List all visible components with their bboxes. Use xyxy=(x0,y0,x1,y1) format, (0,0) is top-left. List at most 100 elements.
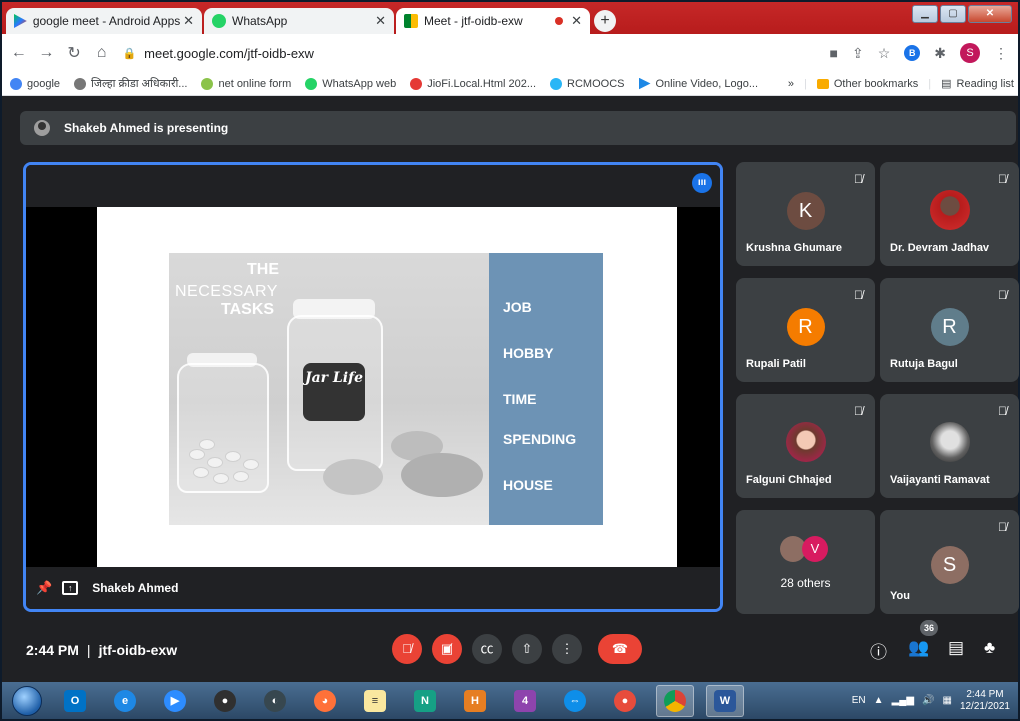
participant-tile[interactable]: 🎙̸ Vaijayanti Ramavat xyxy=(880,394,1019,498)
reading-list-icon: ▤ xyxy=(941,78,952,90)
minimize-button[interactable]: ▁ xyxy=(912,5,938,23)
participant-photo xyxy=(929,422,970,462)
network-icon[interactable]: ▦ xyxy=(942,695,951,706)
close-window-button[interactable]: ✕ xyxy=(968,5,1012,23)
more-bookmarks-button[interactable]: » xyxy=(788,78,794,90)
forward-icon[interactable]: → xyxy=(36,44,58,62)
extensions-puzzle-icon[interactable]: ✱ xyxy=(934,45,946,62)
whatsapp-icon xyxy=(305,77,318,90)
chat-icon[interactable]: ▤ xyxy=(948,638,964,658)
bookmark-google[interactable]: google xyxy=(10,77,60,90)
pebble xyxy=(225,451,241,462)
volume-icon[interactable]: 🔊 xyxy=(922,695,934,706)
bookmark-whatsapp-web[interactable]: WhatsApp web xyxy=(305,77,396,90)
taskbar-obs[interactable]: ● xyxy=(206,685,244,717)
taskbar-clock[interactable]: 2:44 PM 12/21/2021 xyxy=(960,689,1010,713)
pebble xyxy=(199,439,215,450)
participant-avatar: R xyxy=(786,308,825,346)
meeting-details-icon[interactable]: ⓘ xyxy=(870,638,887,663)
mic-toggle-button[interactable]: 🎙̸ xyxy=(392,634,422,664)
app-n-icon: N xyxy=(414,689,436,712)
participant-name: Rupali Patil xyxy=(746,358,806,370)
taskbar-app-n[interactable]: N xyxy=(406,685,444,717)
language-indicator[interactable]: EN xyxy=(852,695,866,706)
new-tab-button[interactable]: + xyxy=(594,10,616,32)
tab-title: Meet - jtf-oidb-exw xyxy=(424,14,523,28)
tab-play-store[interactable]: google meet - Android Apps on ✕ xyxy=(6,8,202,34)
taskbar-app[interactable]: ◐ xyxy=(256,685,294,717)
share-icon[interactable]: ⇪ xyxy=(852,45,864,62)
participant-tile[interactable]: 🎙̸ R Rutuja Bagul xyxy=(880,278,1019,382)
speaking-indicator-icon: ııı xyxy=(692,173,712,193)
taskbar-outlook[interactable]: O xyxy=(56,685,94,717)
taskbar-app-h[interactable]: H xyxy=(456,685,494,717)
close-tab-icon[interactable]: ✕ xyxy=(183,13,194,29)
taskbar-maps[interactable]: ● xyxy=(606,685,644,717)
activities-icon[interactable]: ♣ xyxy=(984,638,995,658)
notepad-icon: ≡ xyxy=(364,689,386,712)
show-hidden-icons-icon[interactable]: ▲ xyxy=(874,695,884,706)
maximize-button[interactable]: ▢ xyxy=(940,5,966,23)
participant-tile[interactable]: 🎙̸ K Krushna Ghumare xyxy=(736,162,875,266)
camera-toggle-button[interactable]: ▣̸ xyxy=(432,634,462,664)
taskbar-zoom[interactable]: ▶ xyxy=(156,685,194,717)
signal-icon[interactable]: ▂▄▆ xyxy=(892,695,914,706)
bookmark-sports-officer[interactable]: जिल्हा क्रीडा अधिकारी... xyxy=(74,76,187,91)
bookmark-online-video[interactable]: Online Video, Logo... xyxy=(638,77,758,90)
pebble xyxy=(193,467,209,478)
present-now-button[interactable]: ⇧ xyxy=(512,634,542,664)
extension-icon[interactable]: B xyxy=(904,45,921,61)
divider: | xyxy=(804,77,807,90)
taskbar-notepad[interactable]: ≡ xyxy=(356,685,394,717)
slide-task-panel: JOB HOBBY TIME SPENDING HOUSE xyxy=(489,253,603,525)
other-bookmarks-button[interactable]: Other bookmarks xyxy=(816,77,919,90)
taskbar-firefox[interactable]: ◕ xyxy=(306,685,344,717)
home-icon[interactable]: ⌂ xyxy=(91,44,113,62)
slide-item-hobby: HOBBY xyxy=(503,345,554,361)
close-tab-icon[interactable]: ✕ xyxy=(571,13,582,29)
people-icon[interactable]: 👥 xyxy=(908,638,929,658)
taskbar-chrome[interactable] xyxy=(656,684,694,717)
menu-kebab-icon[interactable]: ⋮ xyxy=(994,45,1008,62)
captions-button[interactable]: ㏄ xyxy=(472,634,502,664)
others-tile[interactable]: V 28 others xyxy=(736,510,875,614)
address-bar[interactable]: 🔒 meet.google.com/jtf-oidb-exw xyxy=(122,39,829,67)
taskbar-calendar[interactable]: 4 xyxy=(506,685,544,717)
reload-icon[interactable]: ↻ xyxy=(63,43,85,63)
tab-whatsapp[interactable]: WhatsApp ✕ xyxy=(204,8,394,34)
bookmark-label: RCMOOCS xyxy=(567,77,625,90)
camera-in-use-icon[interactable]: ■ xyxy=(830,45,838,61)
pin-icon[interactable]: 📌 xyxy=(36,580,52,596)
participant-tile[interactable]: 🎙̸ R Rupali Patil xyxy=(736,278,875,382)
self-tile[interactable]: 🎙̸ S You xyxy=(880,510,1019,614)
slide-title-necessary: NECESSARY xyxy=(175,283,278,300)
large-jar-lid xyxy=(293,299,375,319)
participant-tile[interactable]: 🎙̸ Falguni Chhajed xyxy=(736,394,875,498)
bookmark-star-icon[interactable]: ☆ xyxy=(878,45,891,62)
taskbar-word[interactable]: W xyxy=(706,684,744,717)
other-bookmarks-label: Other bookmarks xyxy=(833,77,919,90)
close-tab-icon[interactable]: ✕ xyxy=(375,13,386,29)
leave-call-button[interactable]: ☎ xyxy=(598,634,642,664)
participant-tile[interactable]: 🎙̸ Dr. Devram Jadhav xyxy=(880,162,1019,266)
outlook-icon: O xyxy=(64,689,86,712)
start-button[interactable] xyxy=(12,685,42,716)
reading-list-button[interactable]: ▤ Reading list xyxy=(941,77,1014,91)
presentation-stage[interactable]: ııı THE NECESSARY TASKS Jar Life JOB HOB… xyxy=(23,162,723,612)
taskbar-teamviewer[interactable]: ⇔ xyxy=(556,685,594,717)
self-name: You xyxy=(890,590,910,602)
bookmark-net-online[interactable]: net online form xyxy=(201,77,291,90)
folder-icon xyxy=(816,78,829,89)
participant-name: Vaijayanti Ramavat xyxy=(890,474,990,486)
bookmark-rcmoocs[interactable]: RCMOOCS xyxy=(550,77,625,90)
more-options-button[interactable]: ⋮ xyxy=(552,634,582,664)
back-icon[interactable]: ← xyxy=(8,44,30,62)
profile-avatar[interactable]: S xyxy=(960,43,981,63)
jiofi-icon xyxy=(410,77,423,90)
taskbar-ie[interactable]: e xyxy=(106,685,144,717)
participant-avatar: K xyxy=(786,192,825,230)
tab-meet[interactable]: Meet - jtf-oidb-exw ✕ xyxy=(396,8,590,34)
bookmark-jiofi[interactable]: JioFi.Local.Html 202... xyxy=(410,77,536,90)
app-h-icon: H xyxy=(464,689,486,712)
location-icon: ● xyxy=(614,689,636,712)
